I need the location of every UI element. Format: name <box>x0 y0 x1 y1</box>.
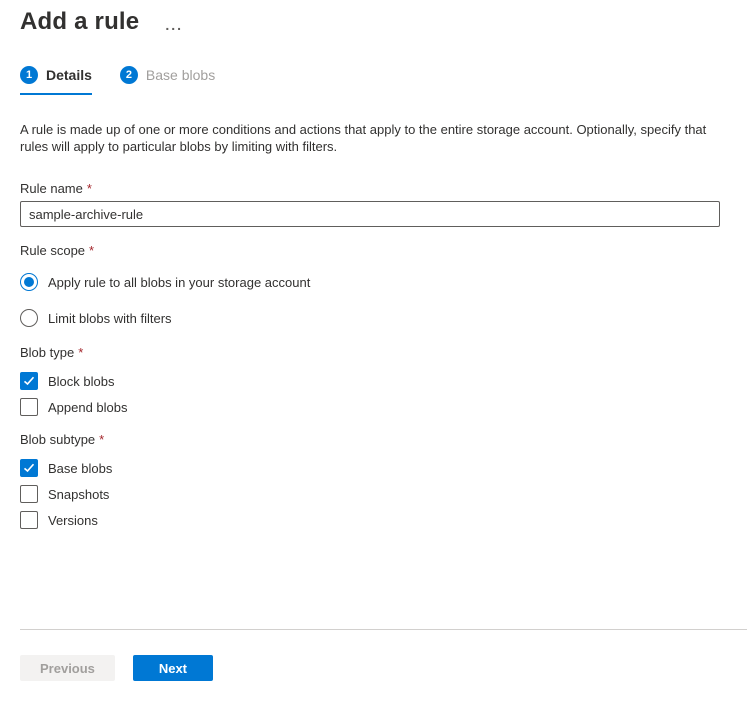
blob-type-label: Blob type * <box>20 345 720 360</box>
required-asterisk: * <box>87 181 92 196</box>
previous-button[interactable]: Previous <box>20 655 115 681</box>
checkbox-unchecked-icon[interactable] <box>20 511 38 529</box>
radio-limit-blobs-filters[interactable]: Limit blobs with filters <box>20 309 172 327</box>
blob-subtype-label: Blob subtype * <box>20 432 720 447</box>
checkbox-checked-icon[interactable] <box>20 372 38 390</box>
required-asterisk: * <box>99 432 104 447</box>
checkbox-unchecked-icon[interactable] <box>20 485 38 503</box>
radio-apply-all-blobs[interactable]: Apply rule to all blobs in your storage … <box>20 273 310 291</box>
radio-selected-icon[interactable] <box>20 273 38 291</box>
checkbox-snapshots-label: Snapshots <box>48 487 109 502</box>
panel-header: Add a rule ... <box>20 8 720 36</box>
tab-base-blobs-label: Base blobs <box>146 67 215 83</box>
tab-details-label: Details <box>46 67 92 83</box>
radio-limit-blobs-filters-label: Limit blobs with filters <box>48 311 172 326</box>
footer-divider <box>20 629 747 630</box>
rule-description-text: A rule is made up of one or more conditi… <box>20 121 720 155</box>
required-asterisk: * <box>89 243 94 258</box>
rule-scope-label-text: Rule scope <box>20 243 85 258</box>
checkbox-checked-icon[interactable] <box>20 459 38 477</box>
blob-type-checkbox-group: Block blobs Append blobs <box>20 372 720 416</box>
add-rule-panel: Add a rule ... 1 Details 2 Base blobs A … <box>0 0 747 705</box>
footer-actions: Previous Next <box>20 655 213 681</box>
next-button[interactable]: Next <box>133 655 213 681</box>
checkbox-block-blobs[interactable]: Block blobs <box>20 372 114 390</box>
checkbox-versions[interactable]: Versions <box>20 511 98 529</box>
checkbox-versions-label: Versions <box>48 513 98 528</box>
step-1-badge: 1 <box>20 66 38 84</box>
required-asterisk: * <box>78 345 83 360</box>
tab-base-blobs[interactable]: 2 Base blobs <box>120 66 215 95</box>
checkbox-append-blobs[interactable]: Append blobs <box>20 398 128 416</box>
tab-details[interactable]: 1 Details <box>20 66 92 95</box>
page-title: Add a rule <box>20 8 139 36</box>
blob-subtype-label-text: Blob subtype <box>20 432 95 447</box>
checkbox-unchecked-icon[interactable] <box>20 398 38 416</box>
checkbox-base-blobs-label: Base blobs <box>48 461 112 476</box>
rule-name-input[interactable] <box>20 201 720 227</box>
radio-unselected-icon[interactable] <box>20 309 38 327</box>
wizard-tabs: 1 Details 2 Base blobs <box>20 66 720 95</box>
rule-scope-radio-group: Apply rule to all blobs in your storage … <box>20 273 720 327</box>
blob-type-label-text: Blob type <box>20 345 74 360</box>
more-options-icon[interactable]: ... <box>165 20 183 30</box>
rule-name-label: Rule name * <box>20 181 720 196</box>
blob-subtype-checkbox-group: Base blobs Snapshots Versions <box>20 459 720 529</box>
rule-name-label-text: Rule name <box>20 181 83 196</box>
checkbox-append-blobs-label: Append blobs <box>48 400 128 415</box>
radio-apply-all-blobs-label: Apply rule to all blobs in your storage … <box>48 275 310 290</box>
checkbox-block-blobs-label: Block blobs <box>48 374 114 389</box>
rule-scope-label: Rule scope * <box>20 243 720 258</box>
step-2-badge: 2 <box>120 66 138 84</box>
checkbox-base-blobs[interactable]: Base blobs <box>20 459 112 477</box>
checkbox-snapshots[interactable]: Snapshots <box>20 485 109 503</box>
